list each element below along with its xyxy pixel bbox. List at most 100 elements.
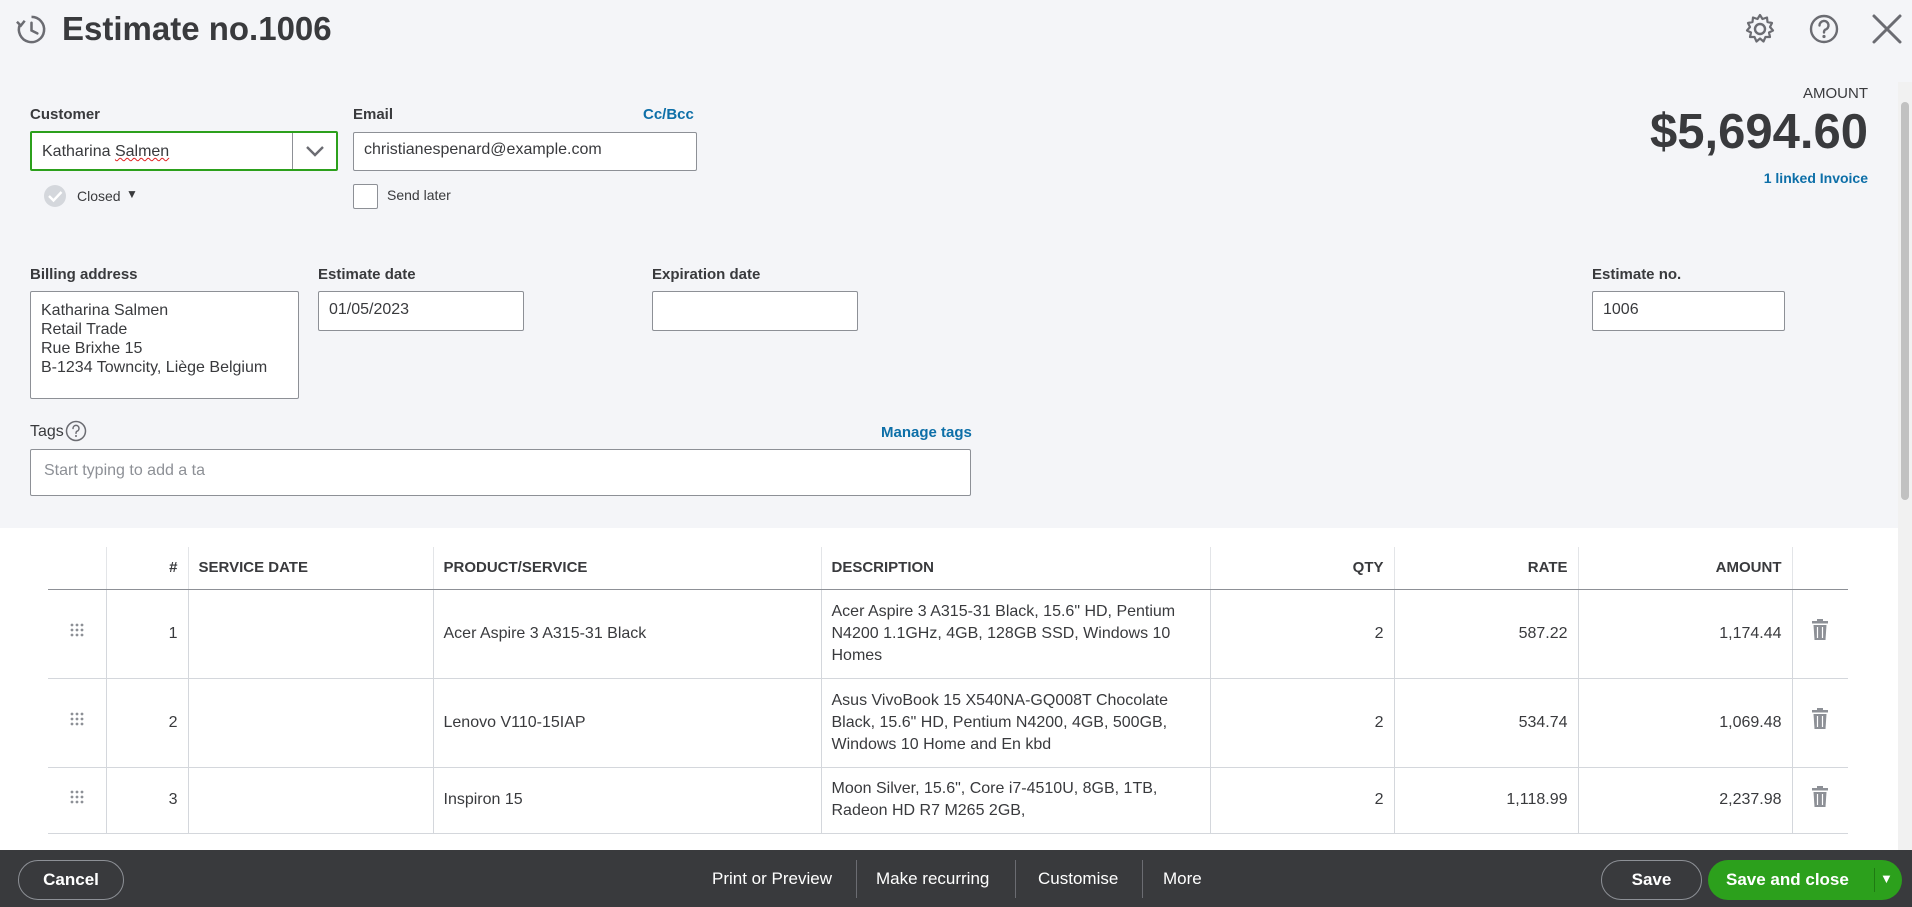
billing-line: Katharina Salmen [41,302,169,319]
billing-line: Retail Trade [41,321,128,338]
estimate-date-field[interactable]: 01/05/2023 [318,291,524,331]
billing-line: B-1234 Towncity, Liège Belgium [41,359,268,376]
make-recurring-button[interactable]: Make recurring [876,850,989,907]
drag-icon [70,623,84,637]
row-qty[interactable]: 2 [1210,678,1395,768]
print-preview-button[interactable]: Print or Preview [712,850,832,907]
gear-icon[interactable] [1743,12,1777,46]
row-product[interactable]: Acer Aspire 3 A315-31 Black [433,589,822,679]
expiration-date-label: Expiration date [652,266,761,283]
line-items-table: # SERVICE DATE PRODUCT/SERVICE DESCRIPTI… [48,547,1848,834]
billing-address-field[interactable]: Katharina Salmen Retail Trade Rue Brixhe… [30,291,299,399]
email-label: Email [353,106,394,123]
cancel-button[interactable]: Cancel [18,860,124,900]
billing-address-label: Billing address [30,266,138,283]
footer-divider [1015,860,1016,898]
row-amount[interactable]: 2,237.98 [1578,767,1793,834]
col-product-header: PRODUCT/SERVICE [433,547,822,590]
delete-row-button[interactable] [1792,767,1848,834]
drag-icon [70,790,84,803]
manage-tags-link[interactable]: Manage tags [881,424,972,441]
trash-icon [1812,708,1829,729]
expiration-date-field[interactable] [652,291,858,331]
delete-row-button[interactable] [1792,589,1848,679]
drag-handle[interactable] [48,589,107,679]
drag-handle[interactable] [48,678,107,768]
trash-icon [1812,619,1829,640]
col-rate-header: RATE [1394,547,1579,590]
page-title: Estimate no.1006 [62,10,332,47]
row-service-date[interactable] [188,767,434,834]
table-header-row: # SERVICE DATE PRODUCT/SERVICE DESCRIPTI… [48,547,1848,590]
customer-select[interactable]: Katharina Salmen [30,131,338,171]
drag-handle[interactable] [48,767,107,834]
row-service-date[interactable] [188,678,434,768]
row-num: 2 [106,678,189,768]
caret-down-icon: ▼ [126,187,138,201]
footer-divider [1142,860,1143,898]
customer-label: Customer [30,106,101,123]
amount-label: AMOUNT [1803,85,1868,102]
header: Estimate no.1006 [0,0,1912,62]
row-rate[interactable]: 534.74 [1394,678,1579,768]
footer-bar: Cancel Print or Preview Make recurring C… [0,850,1912,907]
send-later-checkbox[interactable] [353,184,378,209]
drag-icon [70,712,84,726]
table-row[interactable]: 2 Lenovo V110-15IAP Asus VivoBook 15 X54… [48,678,1848,768]
row-rate[interactable]: 587.22 [1394,589,1579,679]
col-description-header: DESCRIPTION [821,547,1211,590]
linked-invoice-link[interactable]: 1 linked Invoice [1764,170,1868,186]
col-service-date-header: SERVICE DATE [188,547,434,590]
drag-column-header [48,547,107,590]
row-product[interactable]: Inspiron 15 [433,767,822,834]
caret-down-icon[interactable]: ▼ [1880,871,1893,886]
col-num-header: # [106,547,189,590]
customer-dropdown-button[interactable] [292,133,336,169]
row-qty[interactable]: 2 [1210,589,1395,679]
estimate-no-field[interactable]: 1006 [1592,291,1785,331]
amount-value: $5,694.60 [1650,105,1868,159]
row-amount[interactable]: 1,174.44 [1578,589,1793,679]
more-button[interactable]: More [1163,850,1202,907]
scrollbar-thumb[interactable] [1901,102,1909,500]
row-rate[interactable]: 1,118.99 [1394,767,1579,834]
estimate-date-label: Estimate date [318,266,416,283]
split-divider [1874,868,1875,892]
delete-column-header [1792,547,1848,590]
close-icon[interactable] [1870,12,1904,46]
help-icon[interactable] [65,420,87,442]
send-later-label: Send later [387,187,451,203]
tags-input[interactable]: Start typing to add a ta [30,449,971,496]
footer-divider [856,860,857,898]
billing-line: Rue Brixhe 15 [41,340,143,357]
tags-label: Tags [30,423,64,440]
row-description[interactable]: Acer Aspire 3 A315-31 Black, 15.6" HD, P… [821,589,1211,679]
save-button[interactable]: Save [1601,860,1702,900]
history-icon[interactable] [15,13,48,46]
table-row[interactable]: 1 Acer Aspire 3 A315-31 Black Acer Aspir… [48,589,1848,679]
row-amount[interactable]: 1,069.48 [1578,678,1793,768]
scrollbar[interactable] [1898,82,1912,850]
check-circle-icon [44,185,66,207]
estimate-no-label: Estimate no. [1592,266,1682,283]
row-qty[interactable]: 2 [1210,767,1395,834]
col-qty-header: QTY [1210,547,1395,590]
cc-bcc-link[interactable]: Cc/Bcc [643,106,694,123]
trash-icon [1812,785,1829,807]
row-service-date[interactable] [188,589,434,679]
chevron-down-icon [306,146,324,157]
help-icon[interactable] [1807,12,1841,46]
email-field[interactable]: christianespenard@example.com [353,132,697,171]
row-description[interactable]: Moon Silver, 15.6", Core i7-4510U, 8GB, … [821,767,1211,834]
customer-last-name: Salmen [114,143,170,160]
save-and-close-button[interactable]: Save and close ▼ [1708,860,1902,900]
customise-button[interactable]: Customise [1038,850,1118,907]
status-text: Closed [77,188,121,204]
col-amount-header: AMOUNT [1578,547,1793,590]
row-description[interactable]: Asus VivoBook 15 X540NA-GQ008T Chocolate… [821,678,1211,768]
row-num: 3 [106,767,189,834]
delete-row-button[interactable] [1792,678,1848,768]
table-row[interactable]: 3 Inspiron 15 Moon Silver, 15.6", Core i… [48,767,1848,834]
row-product[interactable]: Lenovo V110-15IAP [433,678,822,768]
save-and-close-label: Save and close [1726,870,1849,889]
